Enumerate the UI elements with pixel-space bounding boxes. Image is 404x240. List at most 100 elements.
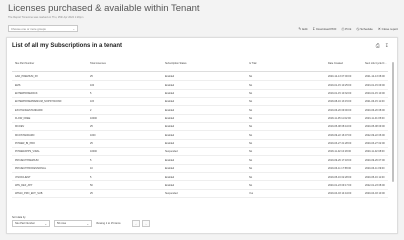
printer-icon[interactable]: ⎙	[376, 43, 380, 49]
cell-sku: VISIOCLIENT	[15, 175, 31, 179]
table-row[interactable]: FLOW_FREE 10000 Enabled No 2018-11-05 11:02:…	[12, 115, 388, 124]
cell-total-licenses: 10	[90, 167, 93, 171]
cell-date-created: 2019-01-15 10:32:00	[328, 92, 352, 96]
cell-total-licenses: 5	[90, 158, 92, 162]
cell-total-licenses: 25	[90, 192, 93, 196]
cell-status: Enabled	[165, 108, 175, 112]
chevron-right-icon: ›	[145, 222, 147, 226]
cell-sku: POWERAPPS_VIRAL	[15, 150, 40, 154]
cell-next-lifecycle: 2023-01-15 09:00	[365, 83, 385, 87]
column-header-date-created[interactable]: Date Created	[328, 62, 343, 65]
table-row[interactable]: EMS 100 Enabled No 2019-01-15 10:25:00 2023-0…	[12, 81, 388, 90]
cell-next-lifecycle: 2020-03-27 02:00	[365, 142, 385, 146]
cell-next-lifecycle: 2020-01-15 10:00	[365, 92, 385, 96]
page-title: Licenses purchased & available within Te…	[8, 3, 200, 14]
schedule-button[interactable]: ◷Schedule	[356, 27, 372, 31]
cell-total-licenses: 100	[90, 83, 95, 87]
cell-sku: EMS	[15, 83, 21, 87]
sort-select[interactable]: Sku Part Number ⌄	[12, 220, 50, 227]
page-size-select[interactable]: 50 rows ⌄	[54, 220, 92, 227]
pagination-status: Viewing 1 to 15 items	[96, 221, 121, 225]
cell-date-created: 2020-01-23 09:17:00	[328, 183, 352, 187]
cell-is-trial: No	[249, 117, 253, 121]
cell-status: Enabled	[165, 92, 175, 96]
schedule-icon: ◷	[356, 27, 360, 31]
cell-total-licenses: 25	[90, 142, 93, 146]
table-row[interactable]: POWERAPPS_VIRAL 10000 Suspended No 2018-11-0…	[12, 148, 388, 157]
cell-sku: WIN10_PRO_ENT_SUB	[15, 192, 43, 196]
cell-status: Enabled	[165, 100, 175, 104]
cell-date-created: 2019-09-26 17:18:00	[328, 158, 352, 162]
table-row[interactable]: ENTERPRISEPREMIUM_NOPSTNCONF 115 Enabled No…	[12, 98, 388, 107]
cell-sku: AAD_PREMIUM_P2	[15, 75, 38, 79]
table-row[interactable]: PROJECTPROFESSIONAL 10 Enabled No 2019-06-11…	[12, 165, 388, 174]
cell-next-lifecycle: 2023-11-01 05:00	[365, 117, 385, 121]
edit-button[interactable]: ✎Edit	[298, 27, 307, 31]
cell-total-licenses: 10000	[90, 117, 97, 121]
close-report-label: Close report	[381, 27, 398, 31]
chevron-down-icon: ⌄	[72, 27, 75, 31]
group-selector-placeholder: Choose one or more groups	[11, 27, 46, 31]
table-scrollbar[interactable]	[391, 58, 395, 208]
cell-sku: WIN_DEF_ATP	[15, 183, 33, 187]
column-header-is-trial[interactable]: Is Trial	[249, 62, 256, 65]
chevron-left-icon: ‹	[135, 222, 137, 226]
cell-total-licenses: 5	[90, 92, 92, 96]
cell-date-created: 2019-03-27 21:28:00	[328, 142, 352, 146]
cell-sku: POWER_BI_PRO	[15, 142, 36, 146]
table-row[interactable]: WIN10_PRO_ENT_SUB 25 Suspended Yes 2019-04-0…	[12, 190, 388, 199]
cell-is-trial: No	[249, 175, 253, 179]
table-row[interactable]: ENTERPRISEPACK 5 Enabled No 2019-01-15 10:32…	[12, 90, 388, 99]
table-actions: ⎙ ↧	[376, 43, 389, 49]
sort-select-value: Sku Part Number	[15, 222, 35, 225]
cell-next-lifecycle: 2020-05-08 09:00	[365, 125, 385, 129]
table-row[interactable]: POWER_BI_PRO 25 Enabled No 2019-03-27 21:28:…	[12, 140, 388, 149]
subscriptions-card: List of all my Subscriptions in a tenant…	[6, 37, 398, 234]
group-selector[interactable]: Choose one or more groups ⌄	[8, 25, 78, 32]
cell-next-lifecycle: 2020-05-16 11:00	[365, 175, 385, 179]
table-row[interactable]: MCOEV 25 Enabled No 2019-05-08 08:44:00 2020-…	[12, 123, 388, 132]
cell-next-lifecycle: 2022-09-22 06:00	[365, 133, 385, 137]
table-row[interactable]: AAD_PREMIUM_P2 25 Enabled No 2020-12-13 07:0…	[12, 73, 388, 82]
table-row[interactable]: WIN_DEF_ATP 50 Enabled No 2020-01-23 09:17:0…	[12, 181, 388, 190]
cell-sku: EXCHANGESTANDARD	[15, 108, 43, 112]
table-row[interactable]: MCOSTANDARD 1000 Enabled No 2018-09-22 16:07…	[12, 131, 388, 140]
cell-is-trial: No	[249, 92, 253, 96]
column-header-status[interactable]: Subscription Status	[165, 62, 187, 65]
cell-date-created: 2018-09-22 16:07:00	[328, 133, 352, 137]
cell-sku: PROJECTPREMIUM	[15, 158, 39, 162]
close-icon: ✕	[377, 27, 381, 31]
cell-is-trial: No	[249, 133, 253, 137]
cell-status: Enabled	[165, 175, 175, 179]
scrollbar-thumb[interactable]	[391, 62, 395, 182]
table-row[interactable]: EXCHANGESTANDARD 2 Enabled No 2019-06-20 09:…	[12, 106, 388, 115]
cell-sku: PROJECTPROFESSIONAL	[15, 167, 47, 171]
cell-date-created: 2019-06-11 17:58:00	[328, 167, 352, 171]
edit-label: Edit	[302, 27, 308, 31]
download-icon[interactable]: ↧	[385, 43, 389, 49]
cell-date-created: 2018-11-05 11:02:00	[328, 117, 351, 121]
table-row[interactable]: VISIOCLIENT 5 Enabled No 2019-05-16 02:28:00…	[12, 173, 388, 182]
cell-status: Enabled	[165, 125, 175, 129]
cell-status: Suspended	[165, 192, 178, 196]
download-pdf-button[interactable]: ↧Download PDF	[312, 27, 336, 31]
cell-total-licenses: 10000	[90, 150, 97, 154]
cell-next-lifecycle: 2021-06-15 11:00	[365, 100, 385, 104]
cell-next-lifecycle: 2020-06-20 08:00	[365, 108, 385, 112]
cell-is-trial: No	[249, 150, 253, 154]
previous-page-button[interactable]: ‹	[132, 220, 140, 227]
table-row[interactable]: PROJECTPREMIUM 5 Enabled No 2019-09-26 17:18…	[12, 156, 388, 165]
column-header-sku[interactable]: Sku Part Number	[15, 62, 34, 65]
cell-total-licenses: 2	[90, 108, 92, 112]
cell-status: Enabled	[165, 183, 175, 187]
table-title: List of all my Subscriptions in a tenant	[12, 43, 123, 49]
close-report-button[interactable]: ✕Close report	[378, 27, 398, 31]
next-page-button[interactable]: ›	[142, 220, 150, 227]
cell-is-trial: No	[249, 142, 253, 146]
column-header-total-licenses[interactable]: Total Licenses	[90, 62, 106, 65]
cell-date-created: 2019-04-03 14:44:00	[328, 192, 352, 196]
column-header-next-lifecycle[interactable]: Next Life Cycle D...	[365, 62, 386, 65]
cell-date-created: 2019-06-20 09:00:00	[328, 108, 352, 112]
cell-is-trial: No	[249, 108, 253, 112]
print-button[interactable]: ⎙Print	[341, 27, 351, 31]
